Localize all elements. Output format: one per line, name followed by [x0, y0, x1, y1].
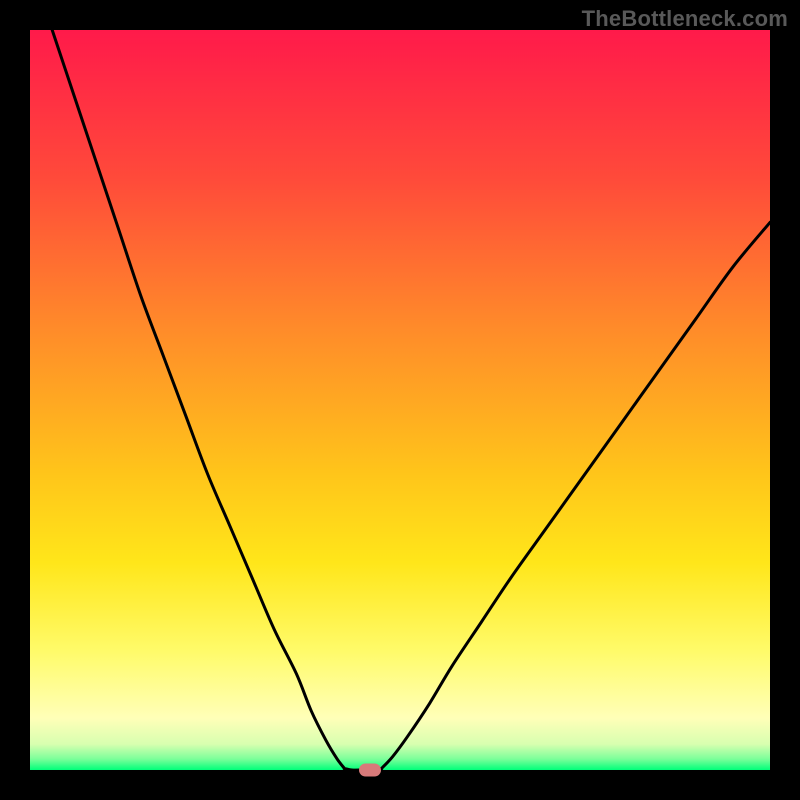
curve-layer — [30, 30, 770, 770]
optimal-point-marker — [359, 764, 381, 777]
plot-area — [30, 30, 770, 770]
chart-frame: TheBottleneck.com — [0, 0, 800, 800]
watermark-text: TheBottleneck.com — [582, 6, 788, 32]
bottleneck-curve — [52, 30, 770, 770]
